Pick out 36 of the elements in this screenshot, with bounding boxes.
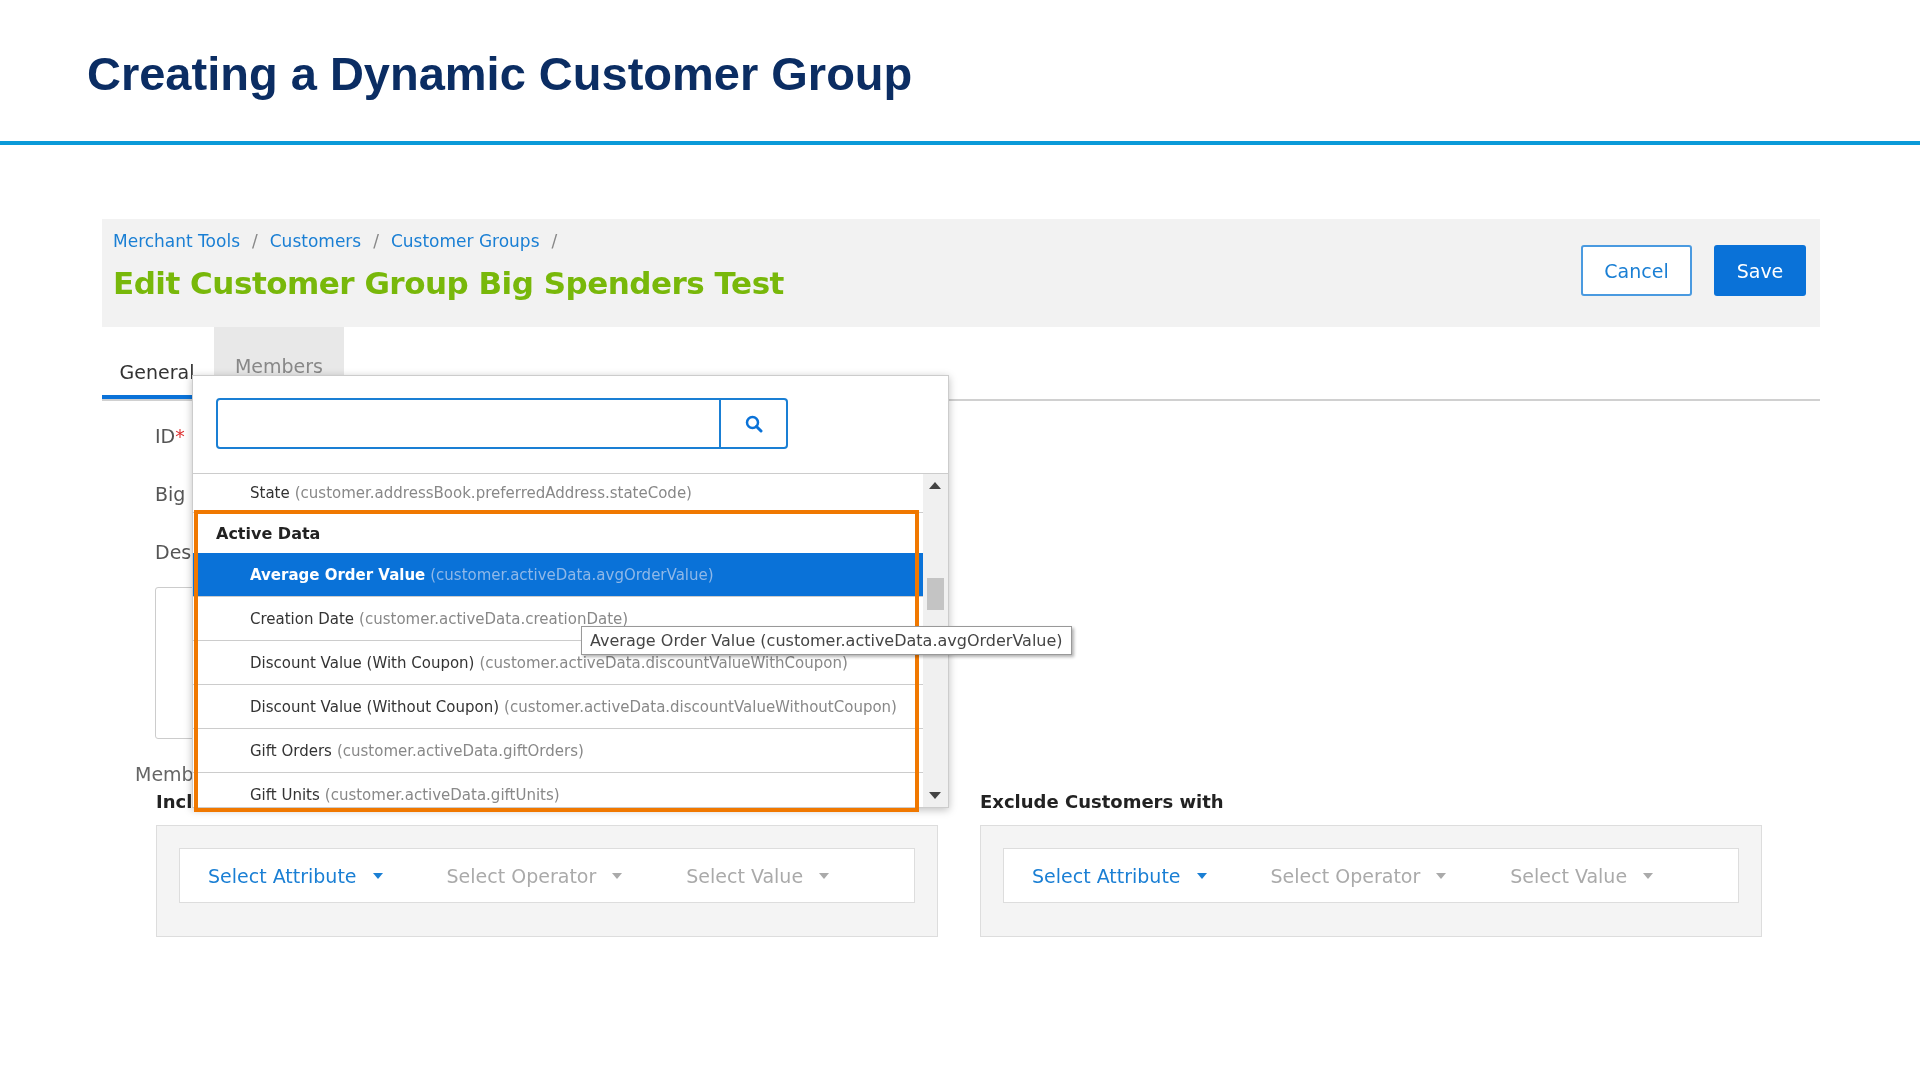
section-label: Memb xyxy=(135,763,194,785)
caret-icon xyxy=(372,872,383,879)
slide-title: Creating a Dynamic Customer Group xyxy=(86,46,914,102)
search-field[interactable] xyxy=(216,398,721,449)
cancel-button[interactable]: Cancel xyxy=(1581,245,1692,296)
breadcrumb-separator: / xyxy=(373,231,379,251)
select-dropdown[interactable]: Select Attribute xyxy=(1032,864,1217,887)
caret-icon xyxy=(1643,872,1654,879)
field-label: ID xyxy=(155,425,176,447)
attribute-option[interactable]: Average Order Value (customer.activeData.avgOrderValue) xyxy=(193,553,923,597)
caret-icon xyxy=(1436,872,1447,879)
caret-icon xyxy=(612,872,623,879)
scroll-down-icon[interactable] xyxy=(929,792,941,799)
breadcrumb-link[interactable]: Merchant Tools xyxy=(113,231,240,251)
rule-heading: Exclude Customers with xyxy=(980,791,1224,812)
attribute-option[interactable]: Gift Orders (customer.activeData.giftOrders) xyxy=(193,729,923,773)
field-label: Big xyxy=(155,483,186,505)
search-button[interactable] xyxy=(721,398,788,449)
field-label: Des xyxy=(155,541,192,563)
breadcrumb-link[interactable]: Customers xyxy=(269,231,362,251)
rule-heading: Incl xyxy=(156,791,193,812)
select-dropdown[interactable]: Select Attribute xyxy=(208,864,393,887)
group-header: Active Data xyxy=(215,522,322,545)
attribute-option[interactable]: Discount Value (Without Coupon) (customer.activeData.discountValueWithoutCoupon) xyxy=(193,685,923,729)
breadcrumb-separator: / xyxy=(252,231,258,251)
save-button[interactable]: Save xyxy=(1714,245,1806,296)
breadcrumb-separator: / xyxy=(551,231,558,251)
page-title: Edit Customer Group Big Spenders Test xyxy=(113,265,785,301)
tooltip: Average Order Value (customer.activeData.avgOrderValue) xyxy=(581,626,1072,655)
breadcrumb-link[interactable]: Customer Groups xyxy=(390,231,540,251)
scrollbar-thumb[interactable] xyxy=(927,578,944,610)
required-mark: * xyxy=(175,425,185,447)
caret-icon xyxy=(819,872,830,879)
scroll-up-icon[interactable] xyxy=(929,482,941,489)
caret-icon xyxy=(1196,872,1207,879)
search-icon xyxy=(744,414,763,433)
